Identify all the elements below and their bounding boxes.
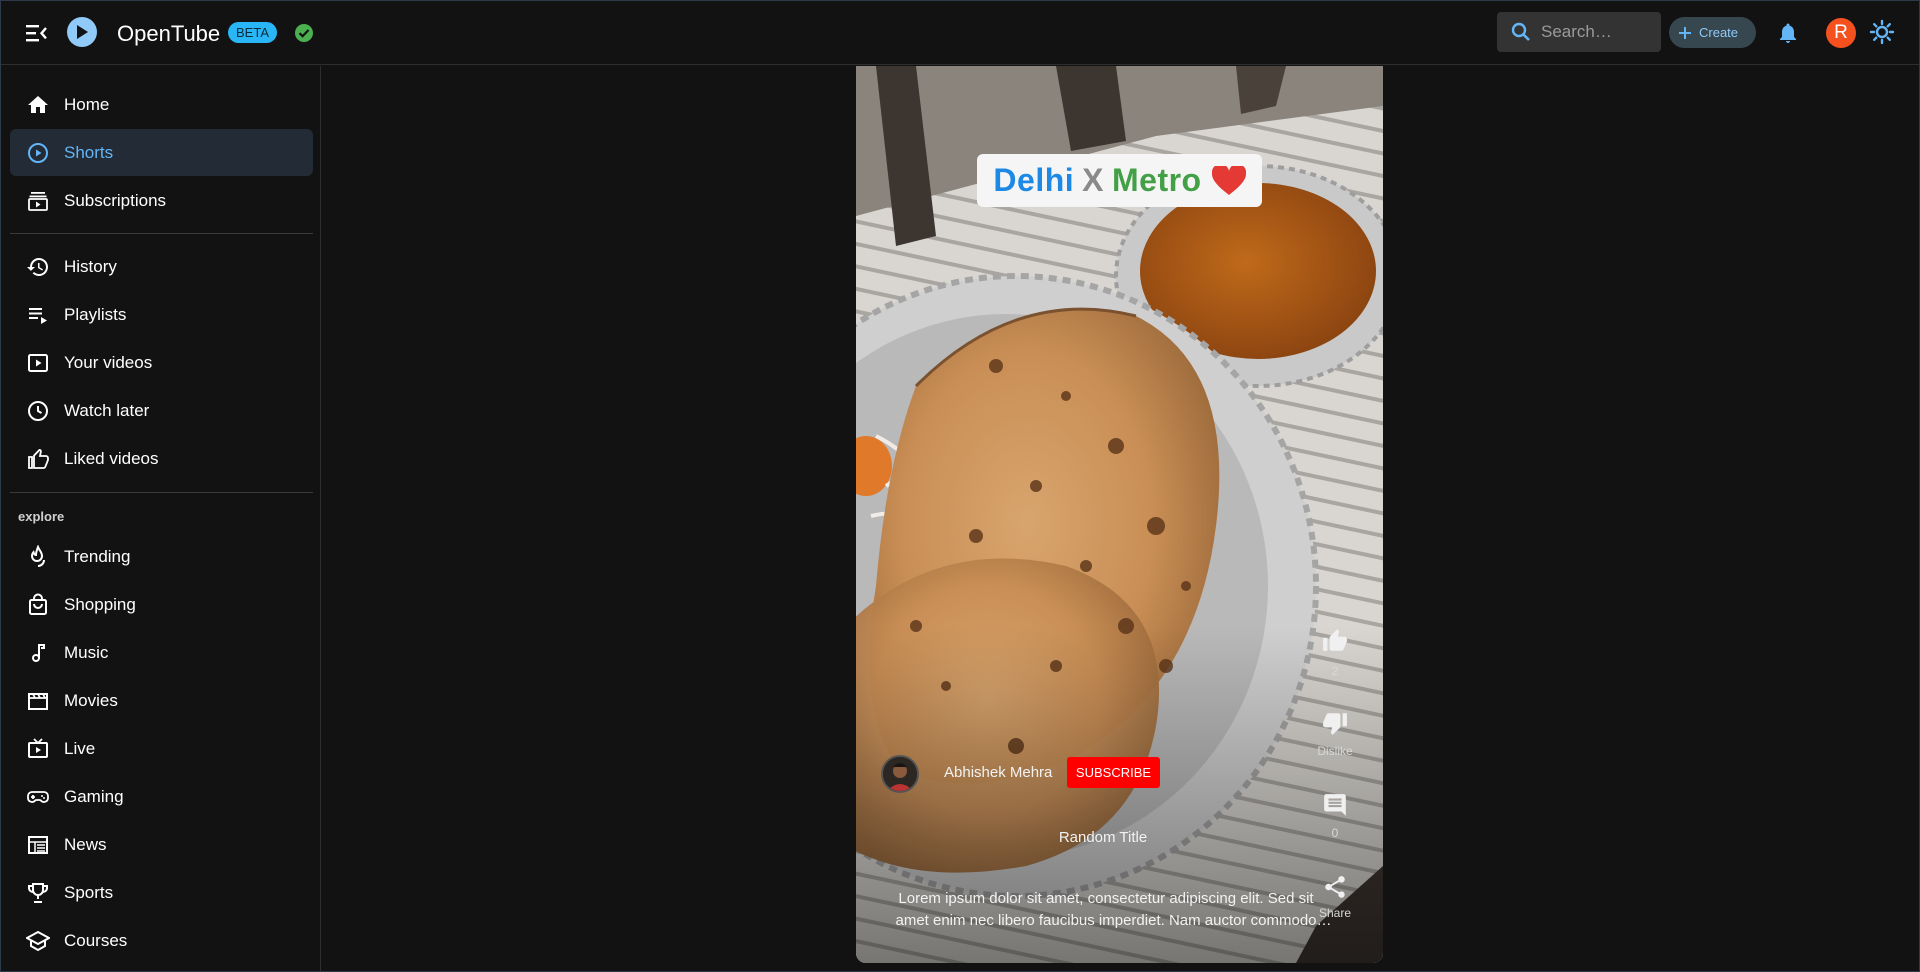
like-count: 2: [1331, 664, 1339, 678]
video-title: Random Title: [1058, 829, 1148, 846]
sidebar-item-history[interactable]: History: [10, 243, 313, 290]
person-avatar-image: [883, 757, 917, 791]
subscriptions-icon: [28, 192, 48, 211]
play-icon: [77, 25, 88, 39]
create-label: Create: [1699, 25, 1739, 40]
sidebar-item-label: Shorts: [64, 143, 114, 162]
menu-open-icon: [26, 25, 47, 42]
sidebar-divider: [10, 233, 313, 234]
comment-icon: [1324, 794, 1346, 816]
sidebar-item-label: Movies: [64, 691, 118, 710]
sidebar-item-label: Your videos: [64, 353, 153, 372]
sidebar-item-trending[interactable]: Trending: [10, 533, 313, 580]
sidebar-item-shopping[interactable]: Shopping: [10, 581, 313, 628]
your-videos-icon: [28, 354, 48, 372]
app-logo[interactable]: [67, 17, 97, 47]
dislike-button[interactable]: Dislike: [1310, 710, 1360, 758]
search-icon: [1511, 22, 1530, 41]
share-icon: [1325, 876, 1345, 898]
comments-button[interactable]: 0: [1310, 792, 1360, 840]
thumb-up-outline-icon: [28, 449, 49, 469]
section-label-explore: explore: [18, 509, 65, 524]
sidebar-item-label: Sports: [64, 883, 114, 902]
watch-later-icon: [28, 401, 48, 421]
sidebar-item-label: Subscriptions: [64, 191, 167, 210]
caption-word: Delhi: [993, 162, 1075, 198]
subscribe-button[interactable]: SUBSCRIBE: [1067, 757, 1160, 788]
live-tv-icon: [28, 738, 48, 758]
share-button[interactable]: Share: [1310, 874, 1360, 920]
gamepad-icon: [27, 791, 49, 803]
sidebar-item-sports[interactable]: Sports: [10, 869, 313, 916]
sidebar-item-label: Live: [64, 739, 96, 758]
short-video-player[interactable]: Delhi X Metro Abhishek Mehra SUBSCRIBE R…: [856, 66, 1383, 963]
like-button[interactable]: 2: [1310, 628, 1360, 678]
playlists-icon: [29, 308, 47, 324]
shopping-bag-icon: [29, 593, 47, 615]
sidebar-item-label: Trending: [64, 547, 131, 566]
top-app-bar: OpenTube BETA Create R: [0, 0, 1920, 65]
sidebar-item-music[interactable]: Music: [10, 629, 313, 676]
sidebar-item-playlists[interactable]: Playlists: [10, 291, 313, 338]
notifications-bell-icon[interactable]: [1776, 21, 1800, 45]
sidebar-item-home[interactable]: Home: [10, 81, 313, 128]
sidebar-item-label: Courses: [64, 931, 128, 950]
thumb-down-icon: [1323, 713, 1347, 735]
menu-collapse-button[interactable]: [22, 20, 52, 46]
sidebar-item-courses[interactable]: Courses: [10, 917, 313, 964]
sidebar-divider: [10, 492, 313, 493]
sidebar-item-news[interactable]: News: [10, 821, 313, 868]
sidebar-item-movies[interactable]: Movies: [10, 677, 313, 724]
sidebar-item-shorts[interactable]: Shorts: [10, 129, 313, 176]
movies-clapper-icon: [28, 693, 48, 710]
sidebar-item-label: News: [64, 835, 107, 854]
sidebar: Home Shorts Subscriptions History Playli…: [0, 66, 321, 972]
channel-name[interactable]: Abhishek Mehra: [944, 764, 1052, 781]
search-input[interactable]: [1541, 22, 1651, 42]
sidebar-item-gaming[interactable]: Gaming: [10, 773, 313, 820]
sidebar-item-label: Watch later: [64, 401, 150, 420]
sidebar-item-label: Home: [64, 95, 110, 114]
sidebar-item-label: Gaming: [64, 787, 124, 806]
sidebar-item-label: History: [64, 257, 117, 276]
video-description: Lorem ipsum dolor sit amet, consectetur …: [895, 890, 1317, 929]
app-title: OpenTube: [117, 21, 221, 46]
sidebar-item-label: Liked videos: [64, 449, 159, 468]
search-box[interactable]: [1497, 12, 1661, 52]
sidebar-item-label: Playlists: [64, 305, 127, 324]
sidebar-item-label: Music: [64, 643, 109, 662]
trophy-icon: [28, 883, 48, 903]
video-overlay-caption: Delhi X Metro: [977, 154, 1262, 207]
home-icon: [28, 96, 48, 113]
sidebar-item-your-videos[interactable]: Your videos: [10, 339, 313, 386]
school-cap-icon: [26, 930, 50, 952]
thumb-up-icon: [1323, 629, 1347, 651]
user-avatar[interactable]: R: [1826, 18, 1856, 48]
red-heart-icon: [1211, 165, 1246, 195]
sidebar-item-label: Shopping: [64, 595, 136, 614]
trending-flame-icon: [30, 545, 45, 567]
verified-check-icon: [295, 24, 313, 42]
caption-word: Metro: [1111, 162, 1202, 198]
light-mode-sun-icon[interactable]: [1869, 19, 1895, 45]
shorts-icon: [28, 143, 48, 163]
history-icon: [27, 258, 48, 276]
comment-count: 0: [1331, 826, 1339, 840]
channel-avatar[interactable]: [881, 755, 919, 793]
share-label: Share: [1318, 906, 1352, 920]
sidebar-item-watch-later[interactable]: Watch later: [10, 387, 313, 434]
caption-word: X: [1082, 162, 1104, 198]
beta-badge: BETA: [228, 22, 277, 43]
dislike-label: Dislike: [1317, 744, 1353, 758]
create-button[interactable]: Create: [1669, 17, 1756, 48]
music-note-icon: [32, 644, 45, 662]
newspaper-icon: [28, 836, 48, 854]
sidebar-item-liked-videos[interactable]: Liked videos: [10, 435, 313, 482]
plus-icon: [1679, 26, 1691, 39]
sidebar-item-subscriptions[interactable]: Subscriptions: [10, 177, 313, 224]
sidebar-item-live[interactable]: Live: [10, 725, 313, 772]
